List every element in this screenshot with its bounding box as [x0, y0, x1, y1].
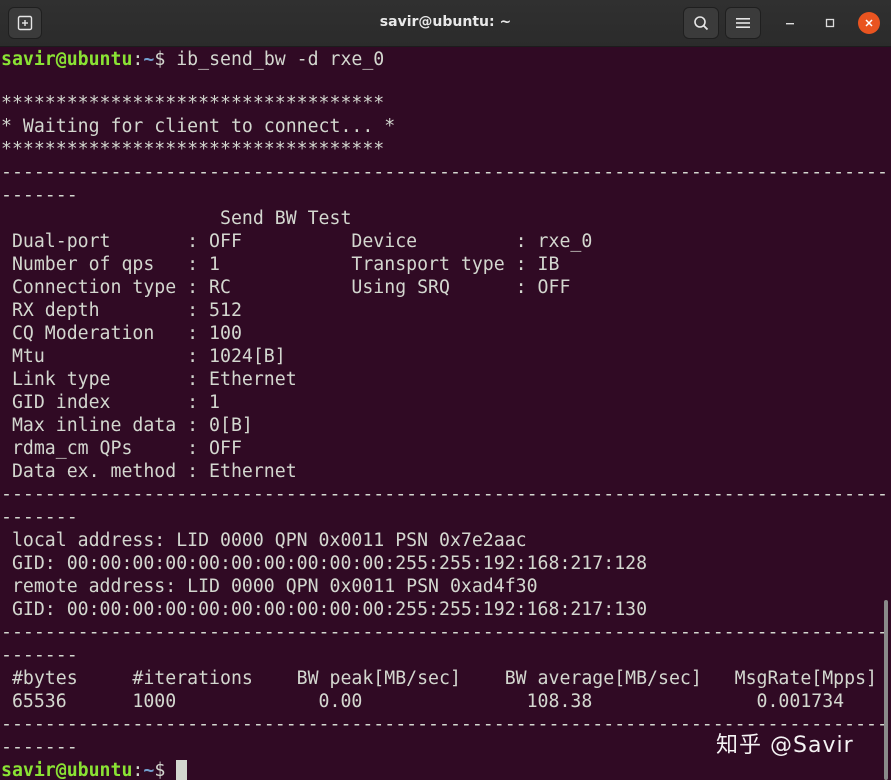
scrollbar[interactable] — [884, 600, 888, 780]
prompt-separator: : — [132, 49, 144, 70]
output-line: Connection type : RC Using SRQ : OFF — [1, 277, 571, 298]
output-line: Link type : Ethernet — [1, 369, 297, 390]
output-line: ------- — [1, 507, 78, 528]
output-line: GID: 00:00:00:00:00:00:00:00:00:00:255:2… — [1, 553, 648, 574]
close-icon-glyph — [865, 19, 873, 27]
output-line: ----------------------------------------… — [1, 162, 888, 183]
output-line: ----------------------------------------… — [1, 484, 888, 505]
output-line: Data ex. method : Ethernet — [1, 461, 297, 482]
output-line: Mtu : 1024[B] — [1, 346, 286, 367]
search-icon[interactable] — [683, 7, 719, 39]
terminal-window: savir@ubuntu: ~ savir@ubuntu:~$ ib_send_… — [0, 0, 891, 780]
output-line: ------- — [1, 645, 78, 666]
output-line: remote address: LID 0000 QPN 0x0011 PSN … — [1, 576, 538, 597]
minimize-icon[interactable] — [779, 12, 801, 34]
search-icon-glyph — [694, 16, 709, 31]
prompt-path: ~ — [143, 49, 155, 70]
output-line: #bytes #iterations BW peak[MB/sec] BW av… — [1, 668, 877, 689]
output-line: * Waiting for client to connect... * — [1, 116, 396, 137]
output-line: Number of qps : 1 Transport type : IB — [1, 254, 560, 275]
maximize-icon[interactable] — [819, 12, 841, 34]
output-line: ----------------------------------------… — [1, 622, 888, 643]
command-text: ib_send_bw -d rxe_0 — [165, 49, 385, 70]
prompt-path: ~ — [143, 760, 155, 780]
hamburger-menu-icon-glyph — [736, 18, 750, 28]
prompt-user: savir@ubuntu — [1, 49, 133, 70]
output-line: local address: LID 0000 QPN 0x0011 PSN 0… — [1, 530, 527, 551]
prompt-separator: : — [132, 760, 144, 780]
prompt-symbol: $ — [154, 49, 166, 70]
output-line: CQ Moderation : 100 — [1, 323, 242, 344]
output-line: Max inline data : 0[B] — [1, 415, 253, 436]
terminal-lines: savir@ubuntu:~$ ib_send_bw -d rxe_0 ****… — [1, 48, 888, 780]
prompt-user: savir@ubuntu — [1, 760, 133, 780]
hamburger-menu-icon[interactable] — [725, 7, 761, 39]
output-line: Send BW Test — [1, 208, 352, 229]
prompt-symbol: $ — [154, 760, 166, 780]
output-line: Dual-port : OFF Device : rxe_0 — [1, 231, 593, 252]
output-line: rdma_cm QPs : OFF — [1, 438, 242, 459]
output-line: *********************************** — [1, 93, 385, 114]
watermark: 知乎 @Savir — [716, 733, 854, 758]
command-output: *********************************** * Wai… — [1, 92, 888, 759]
final-prompt-line[interactable]: savir@ubuntu:~$ — [1, 759, 888, 780]
title-bar[interactable]: savir@ubuntu: ~ — [0, 0, 891, 47]
output-line: GID: 00:00:00:00:00:00:00:00:00:00:255:2… — [1, 599, 648, 620]
output-line: RX depth : 512 — [1, 300, 242, 321]
output-line: *********************************** — [1, 139, 385, 160]
output-line: ------- — [1, 185, 78, 206]
output-line: GID index : 1 — [1, 392, 220, 413]
terminal-output[interactable]: savir@ubuntu:~$ ib_send_bw -d rxe_0 ****… — [0, 47, 891, 780]
maximize-icon-glyph — [825, 18, 835, 28]
output-line: 65536 1000 0.00 108.38 0.001734 — [1, 691, 845, 712]
minimize-icon-glyph — [786, 23, 794, 25]
command-line: savir@ubuntu:~$ ib_send_bw -d rxe_0 — [1, 48, 888, 71]
text-cursor — [176, 760, 188, 780]
close-icon[interactable] — [858, 12, 880, 34]
